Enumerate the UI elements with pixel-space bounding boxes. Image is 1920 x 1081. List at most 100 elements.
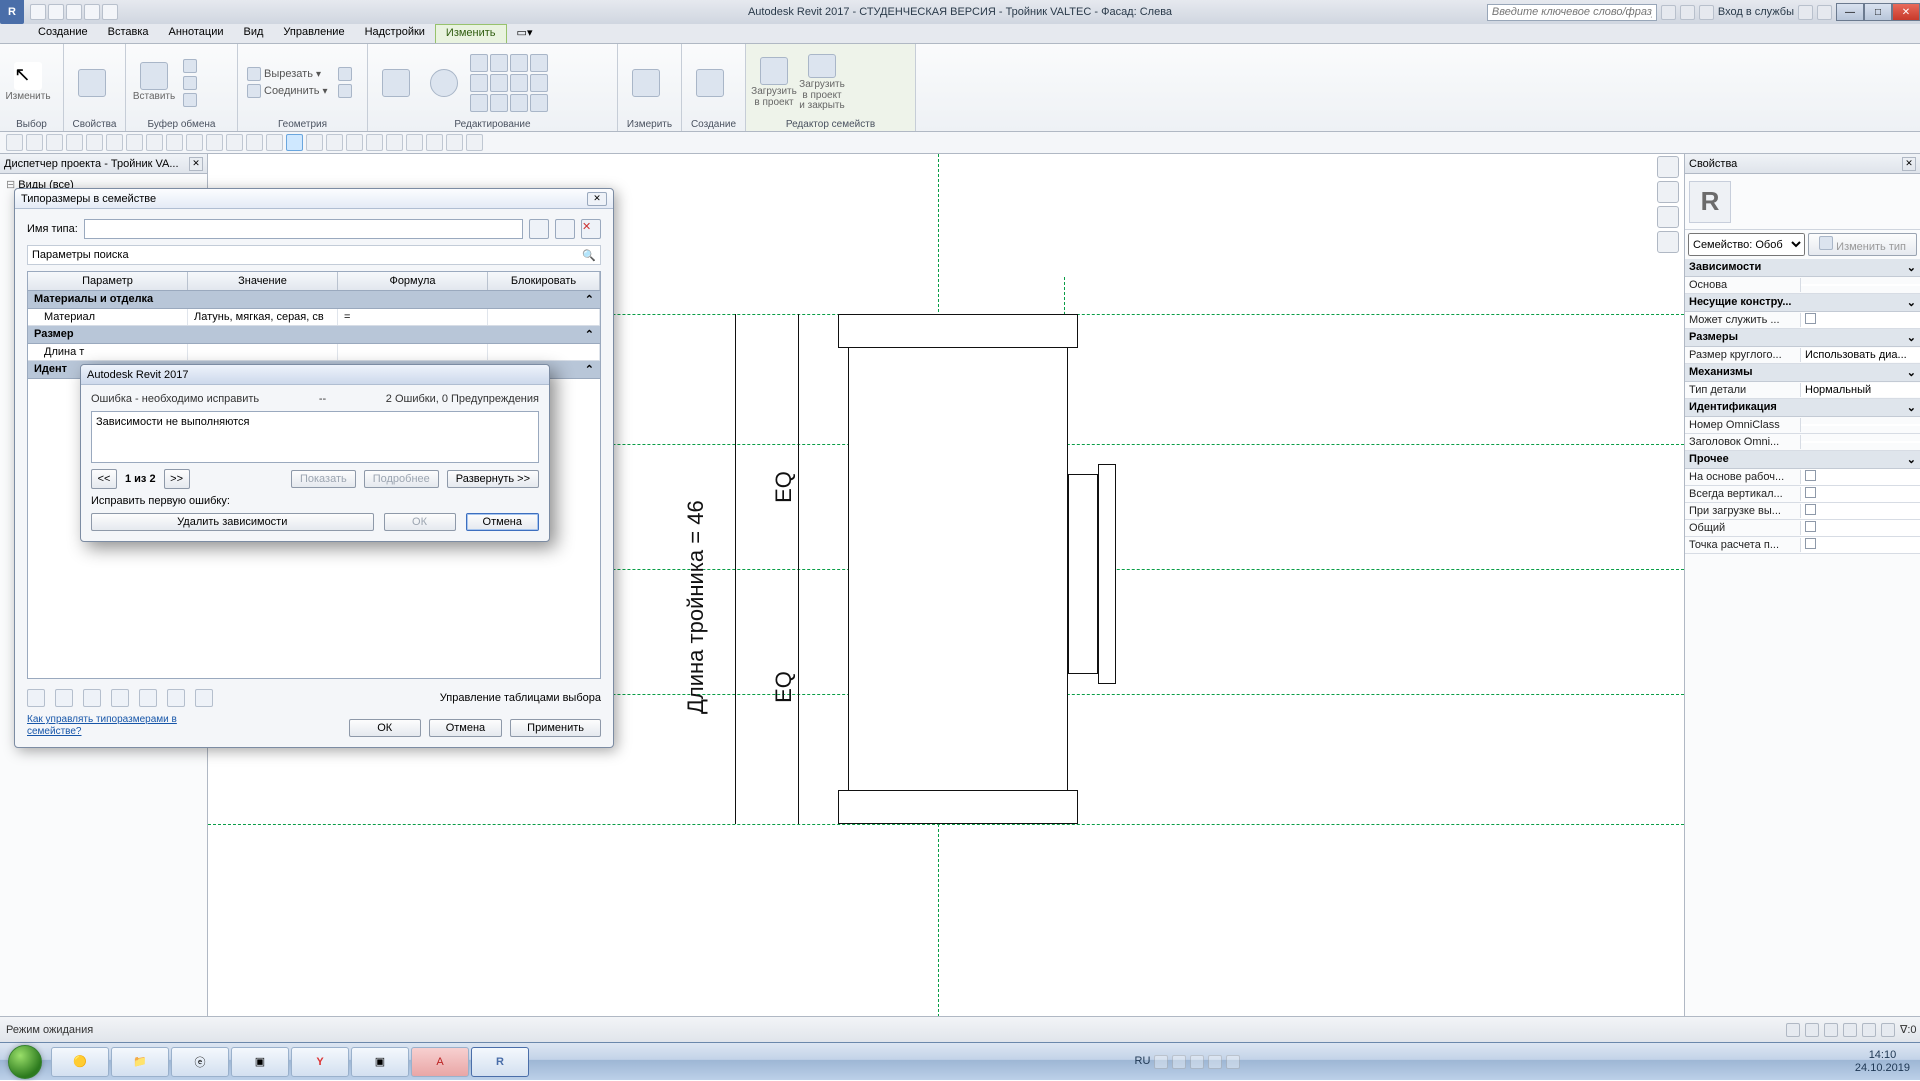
delete-type-icon[interactable]: ✕ xyxy=(581,219,601,239)
tray-action-icon[interactable] xyxy=(1226,1055,1240,1069)
taskbar-clock[interactable]: 14:10 24.10.2019 xyxy=(1845,1049,1920,1074)
taskbar-ie[interactable]: ⓔ xyxy=(171,1047,229,1077)
search-icon[interactable] xyxy=(1661,5,1676,20)
ob-icon[interactable] xyxy=(226,134,243,151)
checkbox-icon[interactable] xyxy=(1805,521,1816,532)
ob-active-icon[interactable] xyxy=(286,134,303,151)
checkbox-icon[interactable] xyxy=(1805,487,1816,498)
project-browser-close-icon[interactable]: ✕ xyxy=(189,157,203,171)
taskbar-chrome[interactable]: 🟡 xyxy=(51,1047,109,1077)
modify-button[interactable]: ↖Изменить xyxy=(6,53,50,113)
ob-icon[interactable] xyxy=(6,134,23,151)
sort-desc-icon[interactable] xyxy=(195,689,213,707)
checkbox-icon[interactable] xyxy=(1805,504,1816,515)
ob-icon[interactable] xyxy=(346,134,363,151)
tray-volume-icon[interactable] xyxy=(1154,1055,1168,1069)
app-menu-icon[interactable]: R xyxy=(0,0,24,24)
scale-icon[interactable] xyxy=(510,74,528,92)
checkbox-icon[interactable] xyxy=(1805,538,1816,549)
cat-constraints[interactable]: Зависимости⌄ xyxy=(1685,259,1920,277)
home-icon[interactable] xyxy=(1657,156,1679,178)
show-error-button[interactable]: Показать xyxy=(291,470,356,488)
edit-param-icon[interactable] xyxy=(55,689,73,707)
cut-geometry-button[interactable]: Вырезать ▾ xyxy=(244,66,331,82)
mirror-icon[interactable] xyxy=(510,54,528,72)
align-icon[interactable] xyxy=(470,54,488,72)
delete-param-icon[interactable] xyxy=(83,689,101,707)
new-type-icon[interactable] xyxy=(529,219,549,239)
tab-view[interactable]: Вид xyxy=(234,24,274,43)
select-pinned-icon[interactable] xyxy=(1862,1023,1876,1037)
ob-icon[interactable] xyxy=(186,134,203,151)
favorites-icon[interactable] xyxy=(1699,5,1714,20)
copy-el-icon[interactable] xyxy=(510,94,528,112)
delete-icon[interactable] xyxy=(490,94,508,112)
moveup-icon[interactable] xyxy=(111,689,129,707)
ob-icon[interactable] xyxy=(26,134,43,151)
row-length[interactable]: Длина т xyxy=(28,344,600,361)
measure-button[interactable] xyxy=(624,53,668,113)
tab-manage[interactable]: Управление xyxy=(273,24,354,43)
error-ok-button[interactable]: ОК xyxy=(384,513,456,531)
type-name-combo[interactable] xyxy=(84,219,523,239)
taskbar-app2[interactable]: ▣ xyxy=(351,1047,409,1077)
col-parameter[interactable]: Параметр xyxy=(28,272,188,290)
array-icon[interactable] xyxy=(490,74,508,92)
trim-icon[interactable] xyxy=(530,54,548,72)
prev-error-button[interactable]: << xyxy=(91,469,117,489)
minimize-button[interactable]: — xyxy=(1836,3,1864,21)
offset-icon[interactable] xyxy=(490,54,508,72)
start-button[interactable] xyxy=(0,1043,50,1081)
cat-mechanisms[interactable]: Механизмы⌄ xyxy=(1685,364,1920,382)
ob-icon[interactable] xyxy=(166,134,183,151)
tab-modify[interactable]: Изменить xyxy=(435,24,507,43)
qat-open-icon[interactable] xyxy=(30,4,46,20)
group-icon[interactable] xyxy=(530,94,548,112)
col-lock[interactable]: Блокировать xyxy=(488,272,600,290)
tab-create[interactable]: Создание xyxy=(28,24,98,43)
ft-apply-button[interactable]: Применить xyxy=(510,719,601,737)
more-info-button[interactable]: Подробнее xyxy=(364,470,439,488)
taskbar-explorer[interactable]: 📁 xyxy=(111,1047,169,1077)
worksets-icon[interactable] xyxy=(1786,1023,1800,1037)
tab-addins[interactable]: Надстройки xyxy=(355,24,435,43)
tray-flag-icon[interactable] xyxy=(1172,1055,1186,1069)
cat-dimensions[interactable]: Размер⌃ xyxy=(28,326,600,344)
row-material[interactable]: МатериалЛатунь, мягкая, серая, св= xyxy=(28,309,600,326)
qat-print-icon[interactable] xyxy=(102,4,118,20)
ob-icon[interactable] xyxy=(146,134,163,151)
select-underlay-icon[interactable] xyxy=(1843,1023,1857,1037)
properties-close-icon[interactable]: ✕ xyxy=(1902,157,1916,171)
ft-ok-button[interactable]: ОК xyxy=(349,719,421,737)
movedown-icon[interactable] xyxy=(139,689,157,707)
fullnav-icon[interactable] xyxy=(1657,181,1679,203)
ft-cancel-button[interactable]: Отмена xyxy=(429,719,502,737)
col-formula[interactable]: Формула xyxy=(338,272,488,290)
cat-identity[interactable]: Идентификация⌄ xyxy=(1685,399,1920,417)
load-and-close-button[interactable]: Загрузить в проект и закрыть xyxy=(800,53,844,113)
copy-small-button[interactable] xyxy=(180,75,200,91)
ob-icon[interactable] xyxy=(66,134,83,151)
family-types-close-icon[interactable]: ✕ xyxy=(587,192,607,206)
exchange-icon[interactable] xyxy=(1798,5,1813,20)
zoom-icon[interactable] xyxy=(1657,206,1679,228)
load-into-project-button[interactable]: Загрузить в проект xyxy=(752,53,796,113)
cat-dimensions[interactable]: Размеры⌄ xyxy=(1685,329,1920,347)
select-links-icon[interactable] xyxy=(1824,1023,1838,1037)
family-types-help-link[interactable]: Как управлять типоразмерами в семействе? xyxy=(27,714,207,737)
tray-network-icon[interactable] xyxy=(1190,1055,1204,1069)
ob-icon[interactable] xyxy=(466,134,483,151)
help-search-input[interactable] xyxy=(1487,4,1657,21)
ob-icon[interactable] xyxy=(306,134,323,151)
sort-asc-icon[interactable] xyxy=(167,689,185,707)
properties-button[interactable] xyxy=(70,53,114,113)
filter-icon[interactable] xyxy=(1881,1023,1895,1037)
cat-materials[interactable]: Материалы и отделка⌃ xyxy=(28,291,600,309)
ob-icon[interactable] xyxy=(426,134,443,151)
ob-icon[interactable] xyxy=(246,134,263,151)
rotate-button[interactable] xyxy=(422,53,466,113)
ob-icon[interactable] xyxy=(106,134,123,151)
type-selector[interactable]: Семейство: Обоб xyxy=(1688,233,1805,256)
paste-button[interactable]: Вставить xyxy=(132,53,176,113)
cope-icon[interactable] xyxy=(338,67,352,81)
